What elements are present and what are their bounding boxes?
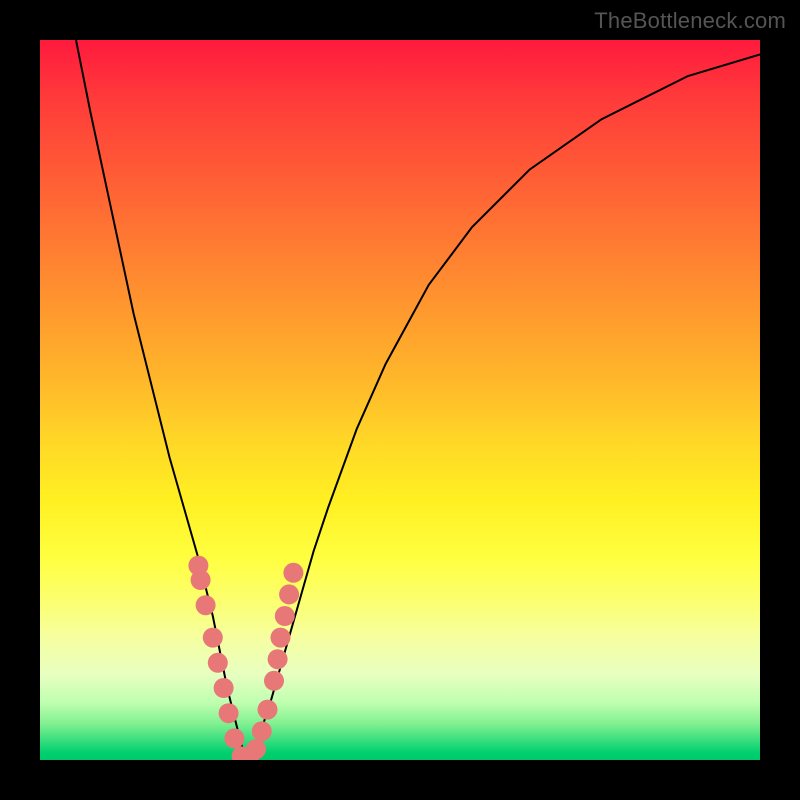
highlight-marker-group bbox=[188, 556, 303, 760]
highlight-dot bbox=[264, 671, 284, 691]
highlight-dot bbox=[214, 678, 234, 698]
highlight-dot bbox=[275, 606, 295, 626]
highlight-dot bbox=[224, 728, 244, 748]
bottleneck-curve bbox=[76, 40, 760, 760]
highlight-dot bbox=[279, 584, 299, 604]
highlight-dot bbox=[271, 628, 291, 648]
highlight-dot bbox=[196, 595, 216, 615]
highlight-dot bbox=[208, 653, 228, 673]
watermark-text: TheBottleneck.com bbox=[594, 8, 786, 34]
highlight-dot bbox=[258, 700, 278, 720]
highlight-dot bbox=[219, 703, 239, 723]
highlight-dot bbox=[246, 739, 266, 759]
highlight-dot bbox=[191, 570, 211, 590]
highlight-dot bbox=[268, 649, 288, 669]
chart-overlay bbox=[40, 40, 760, 760]
highlight-dot bbox=[203, 628, 223, 648]
highlight-dot bbox=[252, 721, 272, 741]
outer-frame: TheBottleneck.com bbox=[0, 0, 800, 800]
highlight-dot bbox=[283, 563, 303, 583]
